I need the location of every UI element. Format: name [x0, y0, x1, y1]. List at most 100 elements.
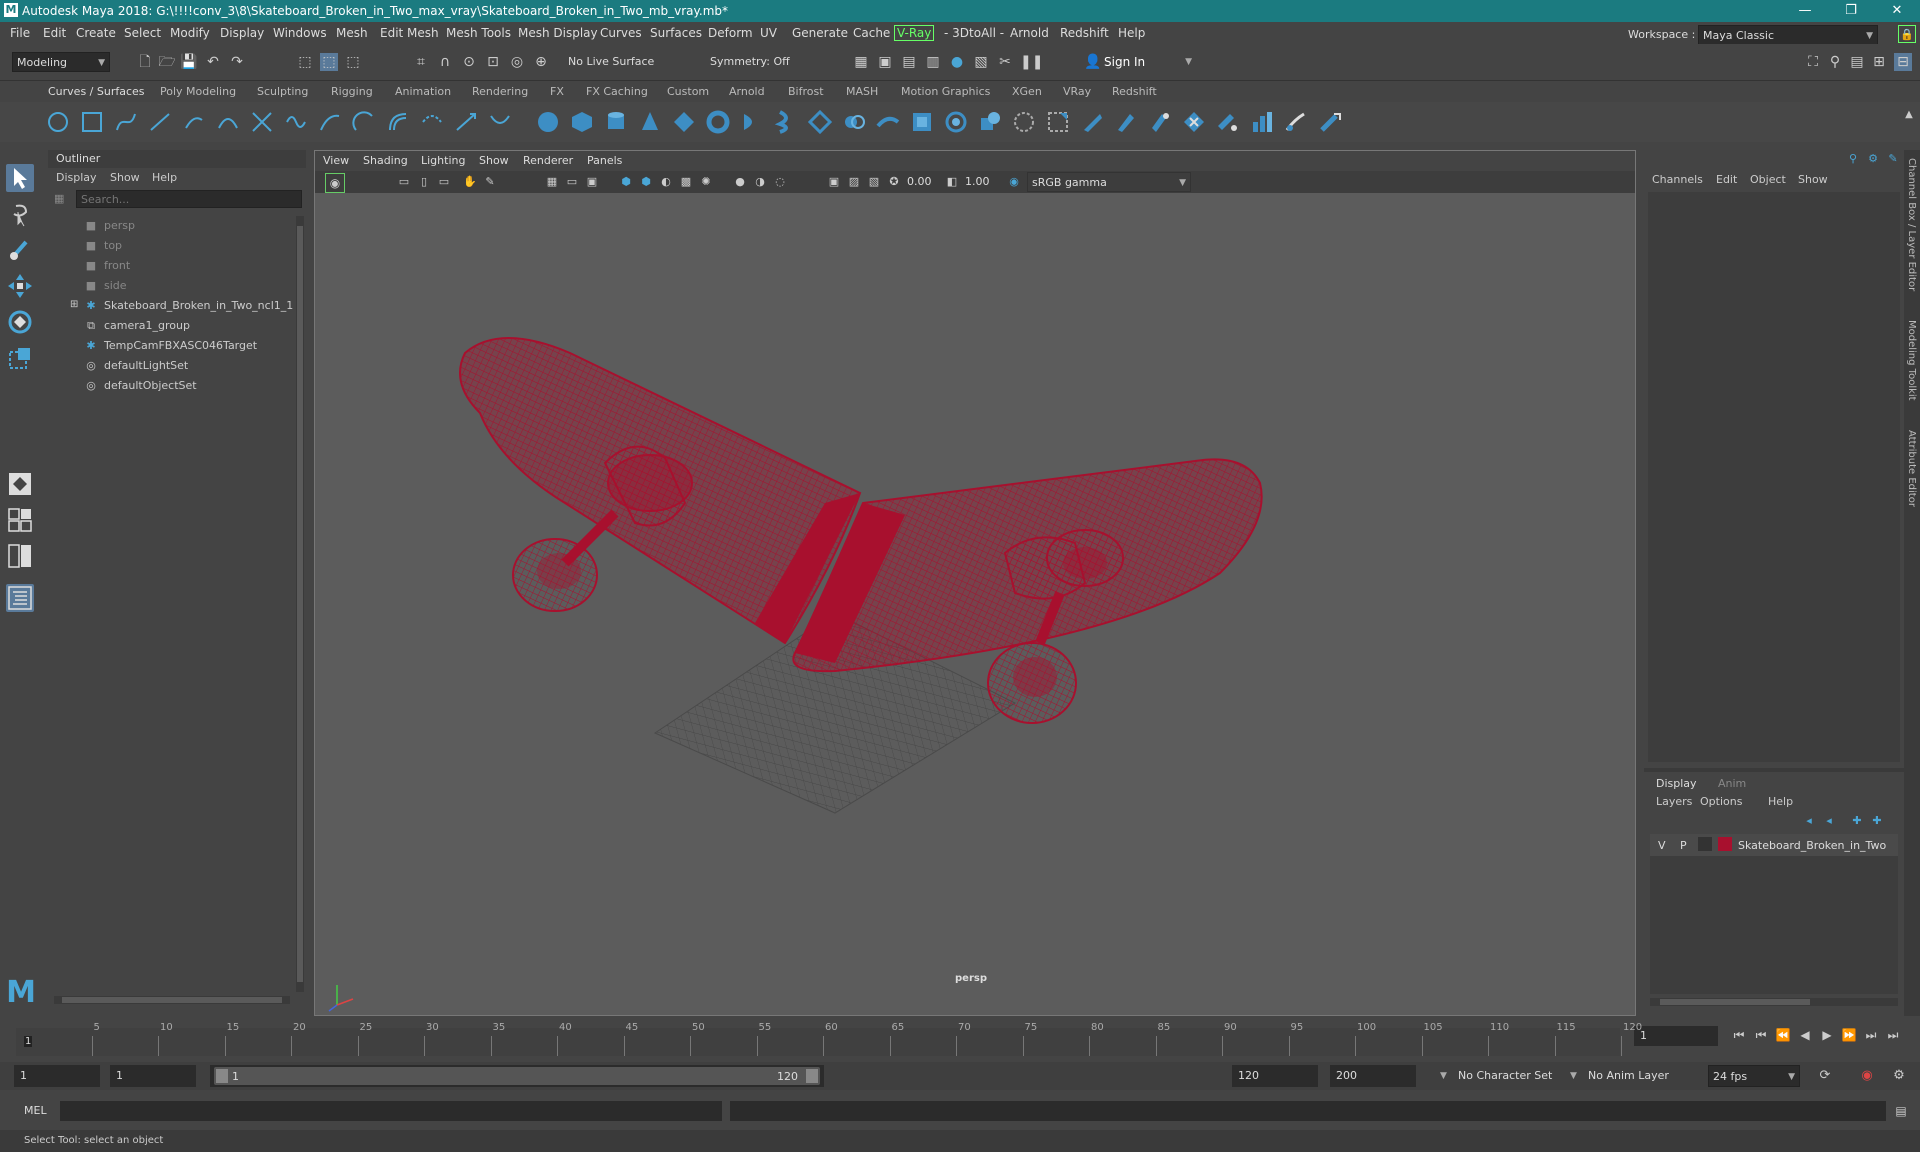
- extend-surface-icon[interactable]: [1216, 110, 1240, 134]
- outliner-menu-display[interactable]: Display: [56, 171, 97, 184]
- loft-icon[interactable]: [774, 110, 798, 134]
- play-backwards-icon[interactable]: ◀: [1796, 1026, 1814, 1044]
- grease-pencil-icon[interactable]: ✎: [481, 173, 499, 191]
- maximize-button[interactable]: ❐: [1828, 0, 1874, 22]
- single-perspective-layout-icon[interactable]: [6, 470, 34, 498]
- menu-curves[interactable]: Curves: [600, 26, 642, 40]
- gamma-icon[interactable]: ◧: [943, 173, 961, 191]
- outliner-menu-show[interactable]: Show: [110, 171, 140, 184]
- menu-deform[interactable]: Deform: [708, 26, 753, 40]
- attach-curves-icon[interactable]: [284, 110, 308, 134]
- offset-curve-icon[interactable]: [386, 110, 410, 134]
- extrude-icon[interactable]: [842, 110, 866, 134]
- shelf-tab-animation[interactable]: Animation: [395, 85, 451, 98]
- new-layer-icon[interactable]: ✚: [1848, 812, 1866, 830]
- color-space-dropdown[interactable]: sRGB gamma ▼: [1027, 172, 1191, 192]
- viewport-menu-panels[interactable]: Panels: [587, 154, 622, 167]
- square-surface-icon[interactable]: [944, 110, 968, 134]
- exposure-icon[interactable]: ✪: [885, 173, 903, 191]
- render-settings-icon[interactable]: ▥: [924, 53, 942, 71]
- snap-pivot-icon[interactable]: ⊕: [532, 53, 550, 71]
- bevel-plus-icon[interactable]: [978, 110, 1002, 134]
- nurbs-torus-icon[interactable]: [706, 110, 730, 134]
- range-slider-handle[interactable]: 1 120: [214, 1067, 820, 1085]
- select-component-icon[interactable]: ⬚: [344, 53, 362, 71]
- play-forwards-icon[interactable]: ▶: [1818, 1026, 1836, 1044]
- outliner-layout-icon[interactable]: [6, 584, 34, 612]
- side-tab-attribute-editor[interactable]: Attribute Editor: [1906, 430, 1917, 507]
- extend-curve-icon[interactable]: [488, 110, 512, 134]
- pencil-curve-icon[interactable]: [182, 110, 206, 134]
- select-hierarchy-icon[interactable]: ⬚: [296, 53, 314, 71]
- channels-menu-show[interactable]: Show: [1798, 173, 1828, 186]
- minimize-button[interactable]: —: [1782, 0, 1828, 22]
- move-layer-down-icon[interactable]: ◂: [1820, 812, 1838, 830]
- live-surface-field[interactable]: No Live Surface: [564, 52, 664, 72]
- trim-tool-icon[interactable]: [1148, 110, 1172, 134]
- grid-icon[interactable]: ▦: [543, 173, 561, 191]
- exposure-value[interactable]: 0.00: [907, 175, 932, 188]
- loop-icon[interactable]: ⟳: [1816, 1067, 1834, 1085]
- viewport-menu-lighting[interactable]: Lighting: [421, 154, 465, 167]
- playback-start-field[interactable]: 1: [110, 1065, 196, 1087]
- fps-dropdown[interactable]: 24 fps ▼: [1708, 1065, 1800, 1087]
- viewport-menu-view[interactable]: View: [323, 154, 349, 167]
- menu-create[interactable]: Create: [76, 26, 116, 40]
- viewport-menu-shading[interactable]: Shading: [363, 154, 408, 167]
- workspace-dropdown[interactable]: Maya Classic ▼: [1698, 25, 1878, 45]
- redo-icon[interactable]: ↷: [228, 53, 246, 71]
- menu-edit[interactable]: Edit: [43, 26, 66, 40]
- shelf-tab-poly-modeling[interactable]: Poly Modeling: [160, 85, 236, 98]
- layer-display-type[interactable]: [1698, 837, 1712, 851]
- menu-generate[interactable]: Generate: [792, 26, 848, 40]
- birail-icon[interactable]: [876, 110, 900, 134]
- menu-redshift[interactable]: Redshift: [1060, 26, 1109, 40]
- persp-outliner-layout-icon[interactable]: [6, 542, 34, 570]
- shelf-tab-fx[interactable]: FX: [550, 85, 564, 98]
- nurbs-circle-icon[interactable]: [46, 110, 70, 134]
- viewport-canvas[interactable]: persp: [315, 193, 1635, 1015]
- attribute-editor-icon[interactable]: ⚲: [1826, 53, 1844, 71]
- nurbs-cylinder-icon[interactable]: [604, 110, 628, 134]
- outliner-item-top[interactable]: ■ top: [48, 236, 288, 256]
- hypershade-icon[interactable]: ●: [948, 53, 966, 71]
- snap-point-icon[interactable]: ⊙: [460, 53, 478, 71]
- menu-surfaces[interactable]: Surfaces: [650, 26, 702, 40]
- shelf-tab-mash[interactable]: MASH: [846, 85, 878, 98]
- insert-isoparms-icon[interactable]: [1250, 110, 1274, 134]
- side-tab-channel-box[interactable]: Channel Box / Layer Editor: [1906, 158, 1917, 291]
- layer-playback-toggle[interactable]: P: [1680, 839, 1687, 852]
- new-scene-icon[interactable]: 🗋: [136, 53, 154, 71]
- time-slider[interactable]: 1 1 ⏮ ⏮ ⏪ ◀ ▶ ⏩ ⏭ ⏭ 5 10 15 20 25 30 35 40 45 50 5…: [0, 1018, 1920, 1058]
- outliner-item-front[interactable]: ■ front: [48, 256, 288, 276]
- xray-icon[interactable]: ▨: [845, 173, 863, 191]
- rotate-tool-icon[interactable]: [6, 308, 34, 336]
- menu-vray[interactable]: V-Ray: [894, 25, 935, 41]
- channels-menu-channels[interactable]: Channels: [1652, 173, 1703, 186]
- shelf-tab-rigging[interactable]: Rigging: [331, 85, 373, 98]
- viewport-menu-show[interactable]: Show: [479, 154, 509, 167]
- intersect-surfaces-icon[interactable]: [1114, 110, 1138, 134]
- range-slider-track[interactable]: 1 120: [210, 1065, 824, 1087]
- vray-ipr-icon[interactable]: ✂: [996, 53, 1014, 71]
- fillet-icon[interactable]: [1012, 110, 1036, 134]
- menu-edit-mesh[interactable]: Edit Mesh: [380, 26, 439, 40]
- outliner-horizontal-scrollbar[interactable]: [54, 996, 290, 1004]
- untrim-icon[interactable]: [1182, 110, 1206, 134]
- expand-icon[interactable]: ⊞: [70, 299, 78, 310]
- shelf-tab-arnold[interactable]: Arnold: [729, 85, 765, 98]
- shelf-tab-redshift[interactable]: Redshift: [1112, 85, 1157, 98]
- outliner-item-default-object-set[interactable]: ◎ defaultObjectSet: [48, 376, 288, 396]
- menu-uv[interactable]: UV: [760, 26, 777, 40]
- image-plane-icon[interactable]: ▭: [435, 173, 453, 191]
- shelf-tab-motion-graphics[interactable]: Motion Graphics: [901, 85, 990, 98]
- planar-icon[interactable]: [808, 110, 832, 134]
- resolution-gate-icon[interactable]: ▣: [583, 173, 601, 191]
- render-view-icon[interactable]: ▦: [852, 53, 870, 71]
- undo-icon[interactable]: ↶: [204, 53, 222, 71]
- shelf-tab-vray[interactable]: VRay: [1063, 85, 1091, 98]
- menu-mesh[interactable]: Mesh: [336, 26, 368, 40]
- detach-curves-icon[interactable]: [318, 110, 342, 134]
- curve-intersect-icon[interactable]: [250, 110, 274, 134]
- nurbs-square-icon[interactable]: [80, 110, 104, 134]
